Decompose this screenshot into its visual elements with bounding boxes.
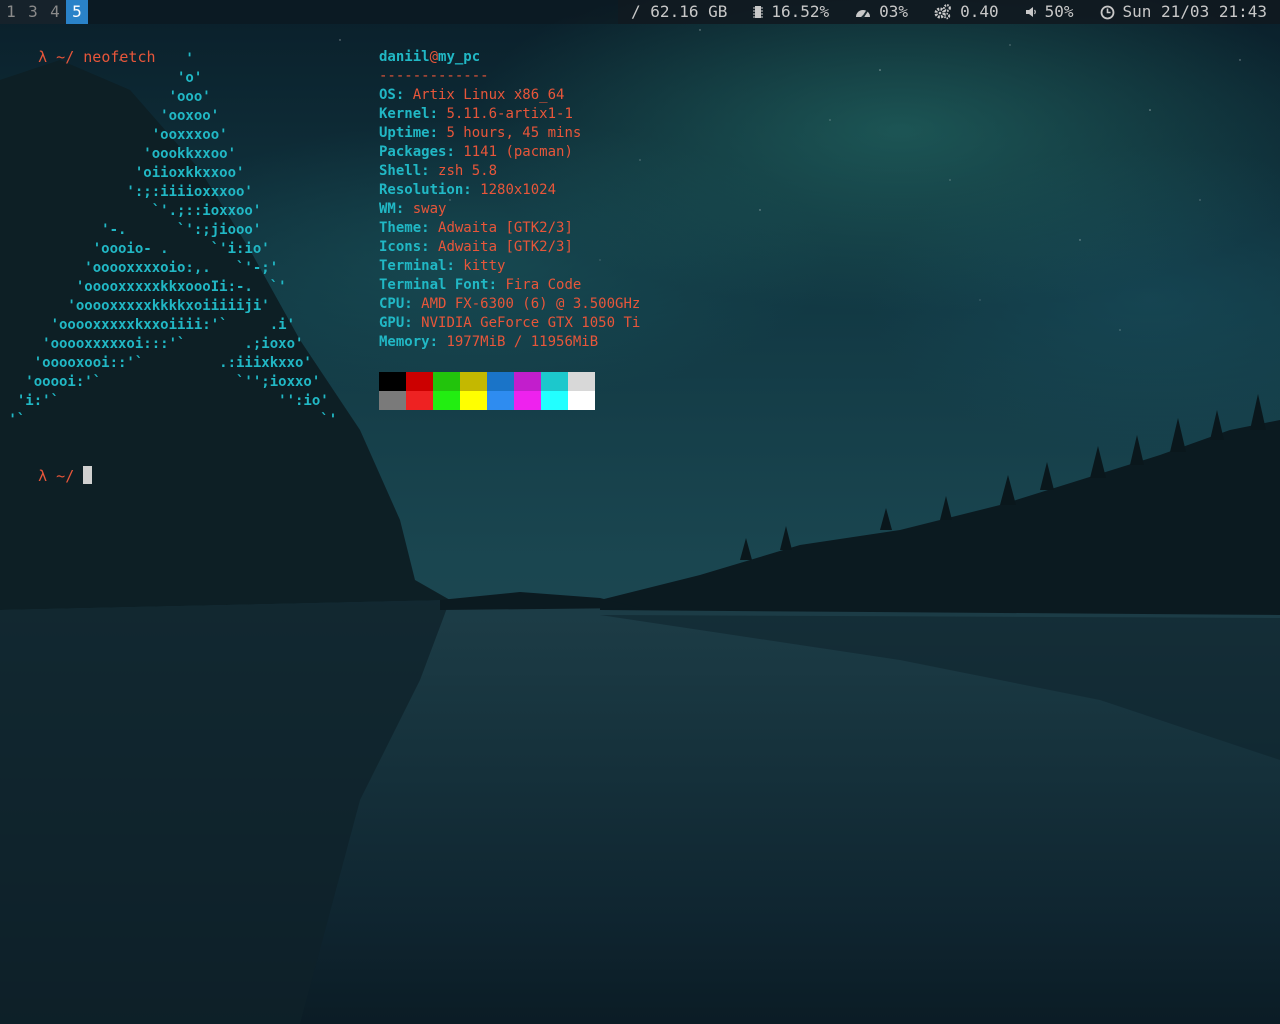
info-row-theme: Theme: Adwaita [GTK2/3] <box>379 220 573 236</box>
workspace-5-button[interactable]: 5 <box>66 0 88 24</box>
disk-usage-text: / 62.16 GB <box>631 2 728 21</box>
color-swatch <box>406 372 433 391</box>
info-key: Terminal <box>379 258 447 274</box>
color-swatch <box>541 372 568 391</box>
info-row-wm: WM: sway <box>379 201 447 217</box>
info-value: Adwaita [GTK2/3] <box>438 220 573 236</box>
info-row-memory: Memory: 1977MiB / 11956MiB <box>379 334 599 350</box>
command-line: λ ~/ neofetch <box>2 29 155 66</box>
shell-prompt: λ ~/ <box>38 467 84 485</box>
neofetch-info: daniil@my_pc ------------- OS: Artix Lin… <box>379 48 640 352</box>
memory-usage-text: 16.52% <box>771 2 830 21</box>
color-swatch <box>487 391 514 410</box>
info-key: Kernel <box>379 106 430 122</box>
color-swatch <box>379 372 406 391</box>
info-value: Fira Code <box>505 277 582 293</box>
cpu-usage-block[interactable]: 03% <box>842 0 921 24</box>
info-key: CPU <box>379 296 405 312</box>
memory-usage-block[interactable]: 16.52% <box>740 0 842 24</box>
color-swatch <box>514 391 541 410</box>
workspace-3-button[interactable]: 3 <box>22 0 44 24</box>
color-swatch <box>568 391 595 410</box>
info-key: Memory <box>379 334 430 350</box>
info-value: Adwaita [GTK2/3] <box>438 239 573 255</box>
speaker-icon <box>1025 6 1037 18</box>
info-value: NVIDIA GeForce GTX 1050 Ti <box>421 315 641 331</box>
text-cursor <box>83 466 93 484</box>
info-key: Packages <box>379 144 447 160</box>
prompt-line: λ ~/ <box>2 447 93 485</box>
info-row-cpu: CPU: AMD FX-6300 (6) @ 3.500GHz <box>379 296 641 312</box>
info-row-os: OS: Artix Linux x86_64 <box>379 87 565 103</box>
info-value: 5.11.6-artix1-1 <box>446 106 573 122</box>
color-swatch <box>460 372 487 391</box>
clock-block[interactable]: Sun 21/03 21:43 <box>1087 0 1280 24</box>
workspace-switcher: 1 3 4 5 <box>0 0 88 24</box>
status-blocks: / 62.16 GB 16.52% 03% 0.40 50% Sun 21/03… <box>618 0 1280 24</box>
clock-text: Sun 21/03 21:43 <box>1122 2 1268 21</box>
info-row-packages: Packages: 1141 (pacman) <box>379 144 573 160</box>
info-value: Artix Linux x86_64 <box>412 87 565 103</box>
info-row-terminal: Terminal: kitty <box>379 258 506 274</box>
info-key: Terminal Font <box>379 277 489 293</box>
volume-text: 50% <box>1044 2 1074 21</box>
load-average-block[interactable]: 0.40 <box>921 0 1012 24</box>
color-swatch <box>541 391 568 410</box>
info-value: sway <box>412 201 447 217</box>
info-key: Shell <box>379 163 422 179</box>
info-key: Uptime <box>379 125 430 141</box>
info-value: 1280x1024 <box>480 182 557 198</box>
info-value: 1141 (pacman) <box>463 144 573 160</box>
info-value: zsh 5.8 <box>438 163 498 179</box>
info-key: OS <box>379 87 396 103</box>
hostname: my_pc <box>438 49 481 65</box>
info-key: Resolution <box>379 182 464 198</box>
info-row-terminal-font: Terminal Font: Fira Code <box>379 277 582 293</box>
info-value: AMD FX-6300 (6) @ 3.500GHz <box>421 296 641 312</box>
at-sign: @ <box>429 49 439 65</box>
palette-row <box>379 372 595 391</box>
info-row-gpu: GPU: NVIDIA GeForce GTX 1050 Ti <box>379 315 641 331</box>
palette-row <box>379 391 595 410</box>
info-key: Icons <box>379 239 422 255</box>
info-key: GPU <box>379 315 405 331</box>
load-average-text: 0.40 <box>960 2 999 21</box>
color-swatch <box>433 372 460 391</box>
color-swatch <box>514 372 541 391</box>
terminal-window[interactable]: λ ~/ neofetch ' 'o' 'ooo' 'ooxoo' 'ooxxx… <box>0 24 1280 1024</box>
separator-line: ------------- <box>379 68 489 84</box>
color-swatch <box>433 391 460 410</box>
color-swatch <box>487 372 514 391</box>
color-swatch <box>406 391 433 410</box>
workspace-4-button[interactable]: 4 <box>44 0 66 24</box>
color-swatch <box>460 391 487 410</box>
gears-icon <box>934 4 952 20</box>
status-bar: 1 3 4 5 / 62.16 GB 16.52% 03% 0.40 50% S… <box>0 0 1280 24</box>
workspace-1-button[interactable]: 1 <box>0 0 22 24</box>
info-value: 1977MiB / 11956MiB <box>446 334 599 350</box>
memory-chip-icon <box>753 5 764 19</box>
disk-usage-block[interactable]: / 62.16 GB <box>618 0 740 24</box>
info-value: 5 hours, 45 mins <box>446 125 582 141</box>
color-swatch <box>379 391 406 410</box>
volume-block[interactable]: 50% <box>1012 0 1087 24</box>
info-value: kitty <box>463 258 506 274</box>
info-row-uptime: Uptime: 5 hours, 45 mins <box>379 125 582 141</box>
info-row-kernel: Kernel: 5.11.6-artix1-1 <box>379 106 573 122</box>
user-host-line: daniil@my_pc <box>379 48 640 67</box>
info-row-shell: Shell: zsh 5.8 <box>379 163 498 179</box>
info-key: Theme <box>379 220 422 236</box>
artix-ascii-logo: ' 'o' 'ooo' 'ooxoo' 'ooxxxoo' 'oookkxxoo… <box>8 51 338 428</box>
info-row-icons: Icons: Adwaita [GTK2/3] <box>379 239 573 255</box>
color-swatch <box>568 372 595 391</box>
username: daniil <box>379 49 430 65</box>
cpu-usage-text: 03% <box>879 2 909 21</box>
info-row-resolution: Resolution: 1280x1024 <box>379 182 557 198</box>
info-key: WM <box>379 201 396 217</box>
color-palette <box>379 372 595 410</box>
clock-icon <box>1100 5 1115 20</box>
speedometer-icon <box>855 5 871 19</box>
